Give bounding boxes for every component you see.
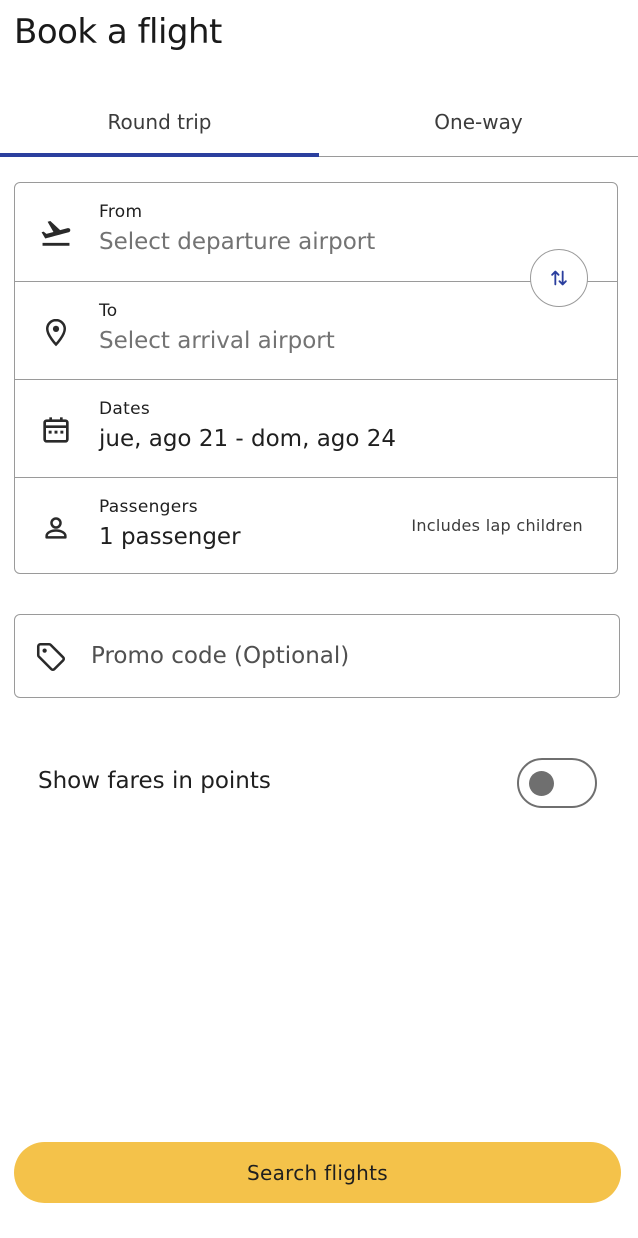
location-pin-icon [39, 315, 73, 349]
show-points-toggle[interactable] [517, 758, 597, 808]
to-label: To [99, 301, 118, 321]
tab-round-trip[interactable]: Round trip [0, 88, 319, 157]
page-title: Book a flight [14, 12, 222, 52]
plane-takeoff-icon [39, 216, 73, 250]
dates-label: Dates [99, 399, 150, 419]
dates-value: jue, ago 21 - dom, ago 24 [99, 426, 397, 452]
dates-field[interactable]: Dates jue, ago 21 - dom, ago 24 [15, 379, 617, 477]
promo-code-field [14, 614, 620, 698]
swap-airports-button[interactable] [530, 249, 588, 307]
flight-search-form: From Select departure airport To Select … [14, 182, 618, 574]
toggle-knob [529, 771, 554, 796]
show-points-label: Show fares in points [38, 768, 271, 794]
trip-type-tabs: Round trip One-way [0, 88, 638, 157]
from-label: From [99, 202, 143, 222]
person-icon [39, 511, 73, 545]
lap-children-note: Includes lap children [411, 516, 583, 535]
to-field[interactable]: To Select arrival airport [15, 281, 617, 379]
passengers-label: Passengers [99, 497, 198, 517]
passengers-field[interactable]: Passengers 1 passenger Includes lap chil… [15, 477, 617, 575]
passengers-value: 1 passenger [99, 524, 241, 550]
to-placeholder: Select arrival airport [99, 328, 335, 354]
promo-code-input[interactable] [91, 635, 591, 677]
tag-icon [33, 639, 69, 675]
tab-one-way[interactable]: One-way [319, 88, 638, 156]
from-field[interactable]: From Select departure airport [15, 183, 617, 281]
from-placeholder: Select departure airport [99, 229, 376, 255]
calendar-icon [39, 413, 73, 447]
search-flights-button[interactable]: Search flights [14, 1142, 621, 1203]
swap-arrows-icon [548, 267, 570, 289]
